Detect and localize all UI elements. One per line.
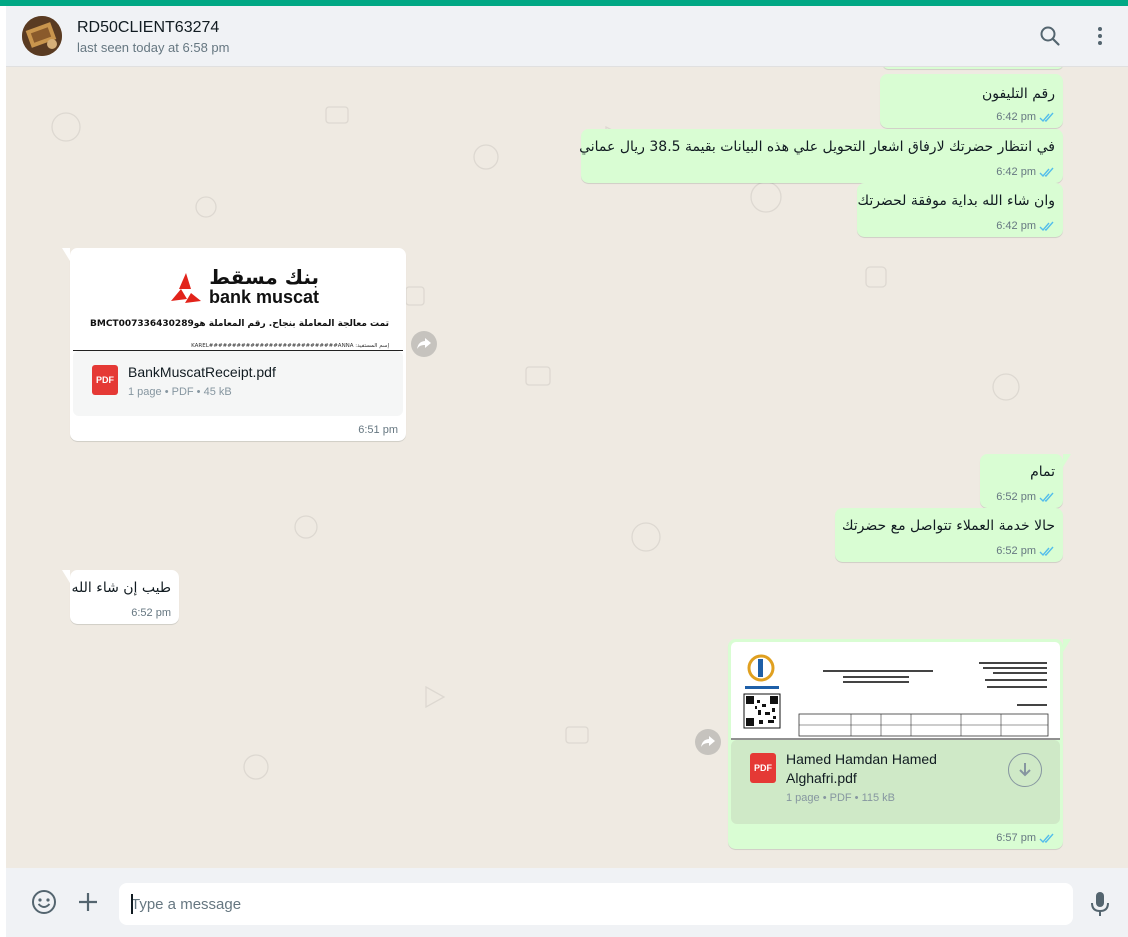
emoji-icon[interactable] [29, 887, 59, 917]
read-ticks-icon [1039, 167, 1054, 177]
bubble-tail [62, 570, 70, 583]
document-filename: Hamed Hamdan Hamed Alghafri.pdf [786, 750, 937, 788]
bank-name-english: bank muscat [209, 287, 320, 307]
document-preview-thumbnail [731, 654, 1060, 740]
message-time: 6:42 pm [996, 166, 1036, 178]
document-filename: BankMuscatReceipt.pdf [128, 364, 276, 380]
message-meta: 6:57 pm [996, 832, 1055, 844]
chat-header: RD50CLIENT63274 last seen today at 6:58 … [6, 6, 1128, 67]
message-bubble-document-incoming[interactable]: بنك مسقط bank muscat تمت معالجة المعاملة… [62, 248, 406, 441]
message-input[interactable] [131, 883, 1051, 925]
read-ticks-icon [1039, 833, 1054, 843]
bubble-tail [1063, 454, 1071, 467]
message-meta: 6:52 pm [131, 607, 171, 619]
document-meta: 1 page • PDF • 115 kB [786, 792, 896, 804]
message-bubble-outgoing[interactable]: حالا خدمة العملاء تتواصل مع حضرتك 6:52 p… [835, 508, 1063, 562]
plus-icon[interactable] [73, 887, 103, 917]
message-bubble-outgoing[interactable]: رقم التليفون 6:42 pm [880, 74, 1063, 128]
message-text: طيب إن شاء الله [71, 580, 171, 596]
receipt-transaction-text: تمت معالجة المعاملة بنجاح. رقم المعاملة … [90, 319, 389, 329]
read-ticks-icon [1039, 546, 1054, 556]
message-meta: 6:52 pm [996, 491, 1055, 503]
message-composer [6, 868, 1128, 937]
microphone-icon[interactable] [1085, 889, 1115, 919]
document-filename-line2: Alghafri.pdf [786, 770, 857, 786]
message-text: تمام [1030, 464, 1055, 480]
message-bubble-document-outgoing[interactable]: PDF Hamed Hamdan Hamed Alghafri.pdf 1 pa… [728, 639, 1071, 849]
read-ticks-icon [1039, 492, 1054, 502]
chat-area[interactable]: رقم التليفون 6:42 pm في انتظار حضرتك لار… [6, 67, 1128, 868]
message-bubble-outgoing[interactable]: في انتظار حضرتك لارفاق اشعار التحويل علي… [579, 129, 1063, 183]
document-card[interactable]: PDF BankMuscatReceipt.pdf 1 page • PDF •… [73, 351, 403, 416]
message-bubble-outgoing[interactable]: وان شاء الله بداية موفقة لحضرتك 6:42 pm [857, 183, 1063, 237]
document-card[interactable]: PDF Hamed Hamdan Hamed Alghafri.pdf 1 pa… [731, 740, 1060, 824]
pdf-file-icon: PDF [750, 753, 776, 783]
contact-status: last seen today at 6:58 pm [77, 40, 230, 55]
document-meta: 1 page • PDF • 45 kB [128, 386, 232, 398]
download-icon [1019, 763, 1031, 777]
message-bubble-incoming[interactable]: طيب إن شاء الله 6:52 pm [62, 570, 179, 624]
message-time: 6:51 pm [358, 424, 398, 436]
message-bubble-clipped [883, 67, 1063, 69]
contact-name[interactable]: RD50CLIENT63274 [77, 19, 219, 37]
message-time: 6:42 pm [996, 111, 1036, 123]
document-filename-line1: Hamed Hamdan Hamed [786, 751, 937, 767]
forward-icon [417, 338, 431, 349]
message-time: 6:42 pm [996, 220, 1036, 232]
message-meta: 6:51 pm [358, 424, 398, 436]
text-cursor [131, 894, 133, 914]
bank-muscat-logo-icon [171, 273, 201, 303]
message-time: 6:57 pm [996, 832, 1036, 844]
pdf-file-icon: PDF [92, 365, 118, 395]
avatar[interactable] [22, 16, 62, 56]
forward-icon [701, 736, 715, 747]
message-time: 6:52 pm [131, 607, 171, 619]
message-text: وان شاء الله بداية موفقة لحضرتك [857, 193, 1055, 209]
message-text: حالا خدمة العملاء تتواصل مع حضرتك [841, 518, 1055, 534]
forward-button[interactable] [695, 729, 721, 755]
message-meta: 6:42 pm [996, 220, 1055, 232]
bubble-tail [1063, 639, 1071, 652]
message-bubble-outgoing[interactable]: تمام 6:52 pm [980, 454, 1071, 508]
bank-name-arabic: بنك مسقط [209, 265, 319, 289]
document-preview[interactable]: بنك مسقط bank muscat تمت معالجة المعاملة… [73, 251, 403, 351]
read-ticks-icon [1039, 221, 1054, 231]
message-meta: 6:42 pm [996, 166, 1055, 178]
message-time: 6:52 pm [996, 491, 1036, 503]
message-text: رقم التليفون [981, 86, 1055, 102]
menu-dots-icon[interactable] [1088, 24, 1112, 48]
message-meta: 6:52 pm [996, 545, 1055, 557]
message-time: 6:52 pm [996, 545, 1036, 557]
message-meta: 6:42 pm [996, 111, 1055, 123]
message-text: في انتظار حضرتك لارفاق اشعار التحويل علي… [579, 139, 1055, 155]
search-icon[interactable] [1038, 24, 1062, 48]
forward-button[interactable] [411, 331, 437, 357]
message-input-box[interactable] [119, 883, 1073, 925]
document-preview[interactable] [731, 642, 1060, 740]
download-button[interactable] [1008, 753, 1042, 787]
bubble-tail [62, 248, 70, 261]
read-ticks-icon [1039, 112, 1054, 122]
receipt-beneficiary-text: إسم المستفيد: KAREL#####################… [191, 343, 389, 349]
